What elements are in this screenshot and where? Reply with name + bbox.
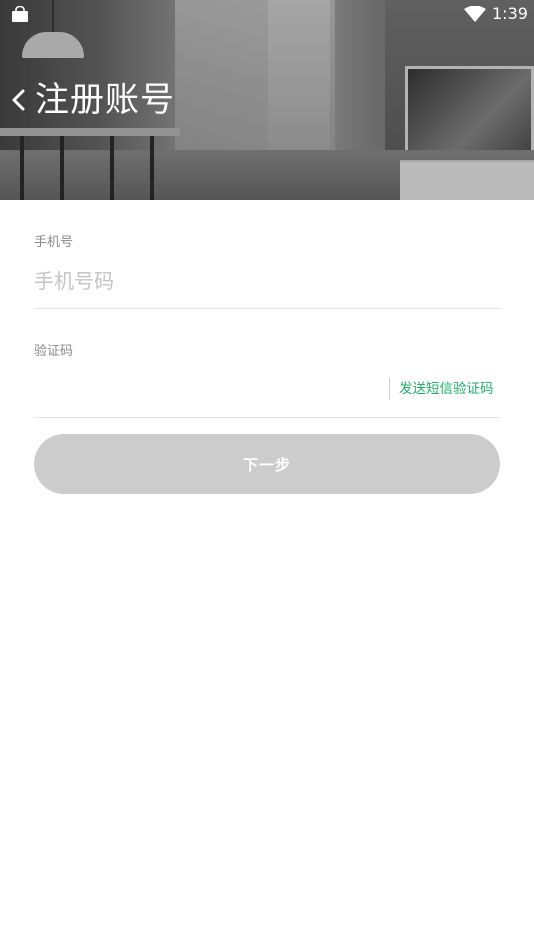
send-code-button[interactable]: 发送短信验证码 bbox=[399, 380, 494, 398]
code-separator bbox=[389, 378, 390, 400]
page-title: 注册账号 bbox=[35, 80, 175, 120]
status-time: 1:39 bbox=[492, 4, 528, 23]
phone-divider bbox=[34, 308, 500, 309]
chevron-left-icon bbox=[12, 89, 25, 111]
shopping-bag-icon bbox=[12, 6, 28, 22]
register-screen: 1:39 注册账号 手机号 验证码 发送短信验证码 下一步 bbox=[0, 0, 534, 949]
next-button[interactable]: 下一步 bbox=[34, 434, 500, 494]
code-label: 验证码 bbox=[34, 344, 74, 359]
phone-label: 手机号 bbox=[34, 235, 74, 250]
back-button[interactable] bbox=[6, 84, 30, 116]
phone-input[interactable] bbox=[34, 264, 500, 298]
code-input[interactable] bbox=[34, 374, 374, 404]
wifi-icon bbox=[464, 6, 486, 22]
status-bar: 1:39 bbox=[0, 0, 534, 28]
code-divider bbox=[34, 417, 500, 418]
